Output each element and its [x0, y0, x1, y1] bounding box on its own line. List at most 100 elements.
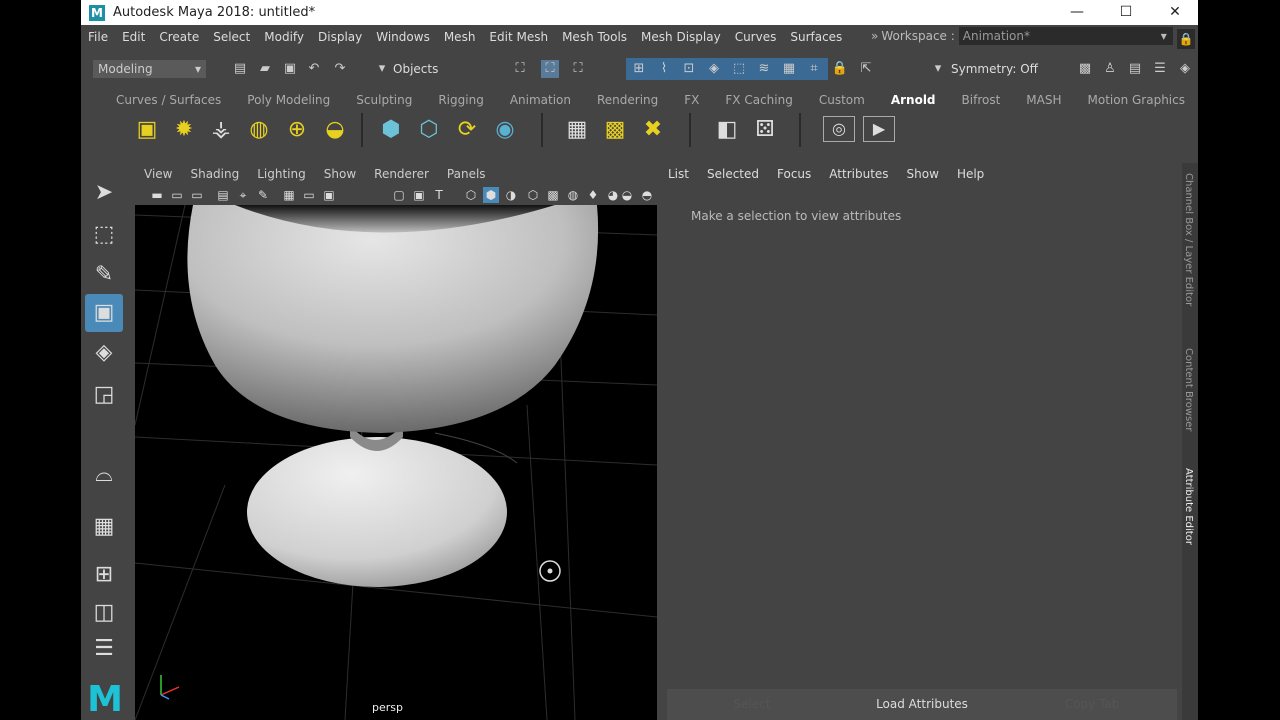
shelf-tab-curves-surfaces[interactable]: Curves / Surfaces — [103, 89, 234, 111]
rotate-tool-icon[interactable]: ◈ — [85, 334, 123, 372]
shelf-menu-icon[interactable] — [81, 89, 103, 111]
viewport-menu-renderer[interactable]: Renderer — [365, 163, 438, 185]
viewport-scene[interactable]: persp — [135, 205, 657, 720]
shelf-tab-mash[interactable]: MASH — [1013, 89, 1074, 111]
ae-menu-show[interactable]: Show — [898, 163, 948, 185]
menu-select[interactable]: Select — [206, 30, 257, 44]
workspace-select[interactable]: Animation* ▾ — [958, 27, 1173, 45]
ipr-icon[interactable]: ◎ — [823, 116, 855, 142]
safe-action-icon[interactable]: T — [431, 187, 447, 203]
field-chart-icon[interactable]: ▣ — [411, 187, 427, 203]
shelf-tab-animation[interactable]: Animation — [497, 89, 584, 111]
viewport-menu-lighting[interactable]: Lighting — [248, 163, 315, 185]
modeling-toolkit-icon[interactable]: ▩ — [1076, 60, 1094, 78]
select-tool-icon[interactable]: ➤ — [85, 174, 123, 212]
anti-aliasing-icon[interactable]: ◓ — [639, 187, 655, 203]
symmetry-status[interactable]: Symmetry: Off — [951, 60, 1038, 78]
shelf-tab-arnold[interactable]: Arnold — [878, 89, 949, 111]
film-gate-icon[interactable]: ▭ — [301, 187, 317, 203]
shelf-tab-fx-caching[interactable]: FX Caching — [712, 89, 805, 111]
light-manager-icon[interactable]: ◧ — [713, 116, 741, 144]
menu-edit[interactable]: Edit — [115, 30, 152, 44]
snap-curve-icon[interactable]: ⌇ — [655, 60, 673, 78]
menu-mesh-display[interactable]: Mesh Display — [634, 30, 728, 44]
side-tab-content-browser[interactable]: Content Browser — [1183, 348, 1194, 431]
lasso-tool-icon[interactable]: ⬚ — [85, 216, 123, 254]
shelf-tab-rendering[interactable]: Rendering — [584, 89, 671, 111]
side-tab-channel-box[interactable]: Channel Box / Layer Editor — [1183, 173, 1194, 306]
light-portal-icon[interactable]: ◒ — [321, 116, 349, 144]
photometric-light-icon[interactable]: ⚶ — [207, 116, 235, 144]
tool-settings-icon[interactable]: ☰ — [1151, 60, 1169, 78]
menu-curves[interactable]: Curves — [728, 30, 784, 44]
menu-display[interactable]: Display — [311, 30, 369, 44]
paint-select-tool-icon[interactable]: ✎ — [85, 256, 123, 294]
play-render-icon[interactable]: ▶ — [863, 116, 895, 142]
shelf-tab-poly-modeling[interactable]: Poly Modeling — [234, 89, 343, 111]
menu-mesh-tools[interactable]: Mesh Tools — [555, 30, 634, 44]
wireframe-on-shaded-icon[interactable]: ◑ — [503, 187, 519, 203]
ae-menu-focus[interactable]: Focus — [768, 163, 820, 185]
gate-mask-icon[interactable]: ▢ — [391, 187, 407, 203]
input-output-icon[interactable]: ⇱ — [857, 60, 875, 78]
flush-texture-cache-icon[interactable]: ▦ — [563, 116, 591, 144]
move-tool-icon[interactable]: ▣ — [85, 294, 123, 332]
outliner-icon[interactable]: ☰ — [85, 630, 123, 668]
shelf-tab-bifrost[interactable]: Bifrost — [949, 89, 1014, 111]
shelf-tab-sculpting[interactable]: Sculpting — [343, 89, 425, 111]
persp-outliner-icon[interactable]: ◫ — [85, 594, 123, 632]
select-by-component-icon[interactable]: ⛶ — [569, 60, 587, 78]
channel-box-icon[interactable]: ◈ — [1176, 60, 1194, 78]
snap-view-plane-icon[interactable]: ◈ — [705, 60, 723, 78]
shelf-tab-fx[interactable]: FX — [671, 89, 712, 111]
curve-collector-icon[interactable]: ⟳ — [453, 116, 481, 144]
scale-tool-icon[interactable]: ◲ — [85, 376, 123, 414]
side-tab-attribute-editor[interactable]: Attribute Editor — [1183, 468, 1194, 545]
txmanager-icon[interactable]: ✖ — [639, 116, 667, 144]
menu-create[interactable]: Create — [152, 30, 206, 44]
menu-modify[interactable]: Modify — [257, 30, 311, 44]
single-perspective-view-icon[interactable]: ▦ — [85, 508, 123, 546]
default-material-icon[interactable]: ⬡ — [525, 187, 541, 203]
textured-icon[interactable]: ▩ — [545, 187, 561, 203]
wireframe-icon[interactable]: ⬡ — [463, 187, 479, 203]
ae-load-attributes-button[interactable]: Load Attributes — [837, 689, 1007, 720]
save-scene-icon[interactable]: ▣ — [281, 60, 299, 78]
area-light-icon[interactable]: ▣ — [133, 116, 161, 144]
viewport-menu-view[interactable]: View — [135, 163, 181, 185]
volume-icon[interactable]: ⬡ — [415, 116, 443, 144]
menu-mesh[interactable]: Mesh — [437, 30, 483, 44]
grid-toggle-icon[interactable]: ▦ — [281, 187, 297, 203]
select-by-hierarchy-icon[interactable]: ⛶ — [511, 60, 529, 78]
render-view-icon[interactable]: ◉ — [491, 116, 519, 144]
snap-point-icon[interactable]: ⊡ — [680, 60, 698, 78]
close-button[interactable]: ✕ — [1152, 0, 1198, 25]
ae-menu-selected[interactable]: Selected — [698, 163, 768, 185]
snap-surface-icon[interactable]: ≋ — [755, 60, 773, 78]
ae-select-button[interactable]: Select — [667, 689, 837, 720]
viewport-menu-shading[interactable]: Shading — [181, 163, 248, 185]
use-all-lights-icon[interactable]: ◍ — [565, 187, 581, 203]
menu-set-select[interactable]: Modeling ▾ — [93, 60, 206, 78]
new-scene-icon[interactable]: ▤ — [231, 60, 249, 78]
camera-attributes-icon[interactable]: ▭ — [169, 187, 185, 203]
standin-icon[interactable]: ⬢ — [377, 116, 405, 144]
shelf-tab-motion-graphics[interactable]: Motion Graphics — [1075, 89, 1199, 111]
viewport-menu-panels[interactable]: Panels — [438, 163, 495, 185]
undo-icon[interactable]: ↶ — [305, 60, 323, 78]
construction-history-icon[interactable]: ⌗ — [805, 60, 823, 78]
skydome-light-icon[interactable]: ◍ — [245, 116, 273, 144]
redo-icon[interactable]: ↷ — [331, 60, 349, 78]
four-view-icon[interactable]: ⊞ — [85, 556, 123, 594]
motion-blur-icon[interactable]: ◒ — [619, 187, 635, 203]
minimize-button[interactable]: — — [1054, 0, 1100, 25]
physical-sky-icon[interactable]: ⊕ — [283, 116, 311, 144]
workspace-collapse-icon[interactable]: » — [871, 29, 878, 43]
flush-background-cache-icon[interactable]: ▩ — [601, 116, 629, 144]
image-plane-icon[interactable]: ▤ — [215, 187, 231, 203]
menu-windows[interactable]: Windows — [369, 30, 437, 44]
open-scene-icon[interactable]: ▰ — [256, 60, 274, 78]
smooth-shade-icon[interactable]: ⬢ — [483, 187, 499, 203]
select-camera-icon[interactable]: ▬ — [149, 187, 165, 203]
menu-edit-mesh[interactable]: Edit Mesh — [482, 30, 555, 44]
